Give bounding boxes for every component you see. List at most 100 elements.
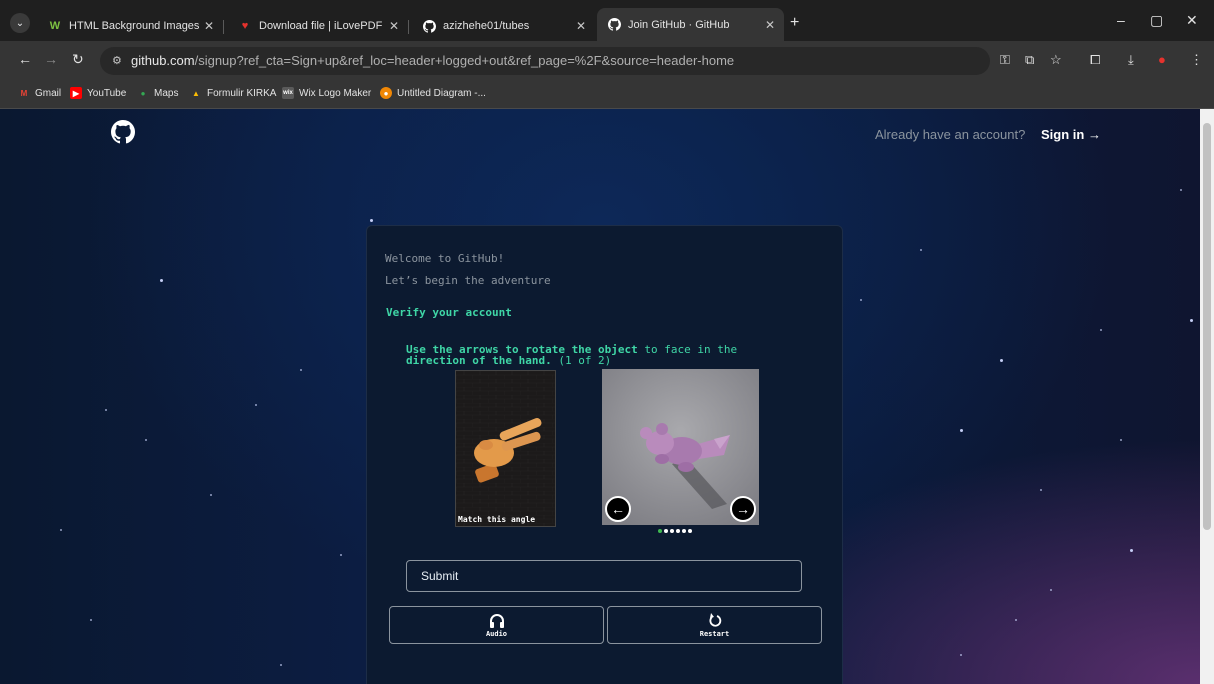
rotating-object-image: ← → [602, 369, 759, 525]
background-star [60, 529, 62, 531]
background-star [255, 404, 257, 406]
page-viewport: Already have an account? Sign in → Welco… [0, 109, 1200, 684]
bookmark-untitled-diagram[interactable]: ● Untitled Diagram -... [380, 87, 486, 99]
audio-button[interactable]: Audio [389, 606, 604, 644]
new-tab-button[interactable]: + [790, 14, 799, 32]
progress-dots [658, 529, 692, 533]
background-star [1040, 489, 1042, 491]
profile-avatar-icon[interactable]: ● [1158, 52, 1166, 67]
background-star [920, 249, 922, 251]
background-star [300, 369, 302, 371]
reload-button[interactable]: ↻ [72, 51, 84, 68]
progress-dot [664, 529, 668, 533]
background-star [1050, 589, 1052, 591]
forward-button[interactable]: → [44, 51, 58, 67]
background-star [1015, 619, 1017, 621]
signup-card: Welcome to GitHub! Let’s begin the adven… [366, 225, 843, 684]
extensions-icon[interactable]: ⧠ [1090, 52, 1100, 68]
bookmark-star-icon[interactable]: ☆ [1050, 52, 1062, 68]
menu-kebab-icon[interactable]: ⋮ [1190, 52, 1203, 68]
verify-heading: Verify your account [386, 306, 512, 319]
match-angle-label: Match this angle [458, 514, 536, 524]
background-star [960, 654, 962, 656]
arrow-left-icon: ← [611, 501, 625, 517]
minimize-button[interactable]: – [1117, 12, 1125, 28]
tab-join-github[interactable]: Join GitHub · GitHub ✕ [597, 8, 784, 41]
arrow-right-icon: → [736, 501, 750, 517]
cast-icon[interactable]: ⧉ [1025, 52, 1034, 68]
submit-button[interactable]: Submit [406, 560, 802, 592]
background-star [210, 494, 212, 496]
captcha-instruction: Use the arrows to rotate the object to f… [406, 343, 738, 367]
tab-search-button[interactable]: ⌄ [10, 13, 30, 33]
background-star [340, 554, 342, 556]
bookmark-youtube[interactable]: ▶ YouTube [70, 87, 126, 99]
rotate-left-button[interactable]: ← [605, 496, 631, 522]
page-scrollbar[interactable] [1200, 109, 1214, 684]
address-bar[interactable]: ⚙ github.com/signup?ref_cta=Sign+up&ref_… [100, 47, 990, 75]
close-icon[interactable]: ✕ [201, 19, 217, 33]
ilovepdf-favicon-icon: ♥ [241, 20, 249, 32]
headphones-icon [489, 613, 504, 628]
background-star [1180, 189, 1182, 191]
gmail-icon: M [20, 88, 28, 98]
background-star [160, 279, 163, 282]
github-favicon-icon [422, 19, 436, 33]
site-info-icon[interactable]: ⚙ [112, 54, 126, 68]
background-star [960, 429, 963, 432]
tab-html-background-images[interactable]: W HTML Background Images ✕ [38, 15, 223, 37]
signin-prompt: Already have an account? [875, 127, 1026, 142]
url-text[interactable]: github.com/signup?ref_cta=Sign+up&ref_lo… [131, 53, 734, 68]
back-button[interactable]: ← [18, 51, 32, 67]
restart-button[interactable]: Restart [607, 606, 822, 644]
background-star [1100, 329, 1102, 331]
w3schools-favicon-icon: W [49, 20, 61, 32]
reference-hand-image: Match this angle [455, 370, 556, 527]
restart-icon [708, 612, 721, 627]
background-star [145, 439, 147, 441]
background-star [1190, 319, 1193, 322]
progress-dot [688, 529, 692, 533]
captcha-widget: Use the arrows to rotate the object to f… [388, 336, 822, 656]
google-drive-icon: ▲ [192, 88, 200, 98]
progress-dot [676, 529, 680, 533]
bookmark-maps[interactable]: ● Maps [137, 87, 179, 99]
tab-ilovepdf[interactable]: ♥ Download file | iLovePDF ✕ [228, 15, 408, 37]
progress-dot [670, 529, 674, 533]
maps-icon: ● [140, 88, 146, 98]
bookmarks-bar: M Gmail ▶ YouTube ● Maps ▲ Formulir KIRK… [0, 81, 1214, 109]
close-icon[interactable]: ✕ [762, 18, 778, 32]
close-icon[interactable]: ✕ [386, 19, 402, 33]
bookmark-wix-logo-maker[interactable]: wix Wix Logo Maker [282, 87, 371, 99]
background-star [280, 664, 282, 666]
background-star [1130, 549, 1133, 552]
progress-dot [658, 529, 662, 533]
bookmark-gmail[interactable]: M Gmail [18, 87, 61, 99]
drawio-icon: ● [380, 87, 392, 99]
close-window-button[interactable]: ✕ [1186, 12, 1198, 29]
browser-toolbar: ← → ↻ ⚙ github.com/signup?ref_cta=Sign+u… [0, 41, 1214, 81]
pointing-hand-icon [456, 371, 555, 526]
close-icon[interactable]: ✕ [573, 19, 589, 33]
progress-dot [682, 529, 686, 533]
rotate-right-button[interactable]: → [730, 496, 756, 522]
bookmark-formulir-kirka[interactable]: ▲ Formulir KIRKA [190, 87, 276, 99]
password-key-icon[interactable]: ⚿ [1000, 52, 1010, 68]
wix-icon: wix [282, 87, 294, 99]
tab-strip: ⌄ W HTML Background Images ✕ ♥ Download … [0, 0, 1214, 41]
welcome-text: Welcome to GitHub! Let’s begin the adven… [385, 252, 551, 287]
background-star [90, 619, 92, 621]
background-star [370, 219, 373, 222]
background-star [1000, 359, 1003, 362]
download-icon[interactable]: ⤓ [1128, 52, 1134, 68]
github-favicon-icon [607, 18, 621, 32]
scrollbar-thumb[interactable] [1203, 123, 1211, 530]
github-logo-icon[interactable] [111, 120, 135, 144]
signin-link[interactable]: Sign in → [1041, 127, 1101, 142]
background-star [860, 299, 862, 301]
background-star [1120, 439, 1122, 441]
background-star [105, 409, 107, 411]
youtube-icon: ▶ [70, 87, 82, 99]
tab-azizhehe01-tubes[interactable]: azizhehe01/tubes ✕ [412, 15, 595, 37]
restore-button[interactable]: ▢ [1150, 12, 1163, 29]
